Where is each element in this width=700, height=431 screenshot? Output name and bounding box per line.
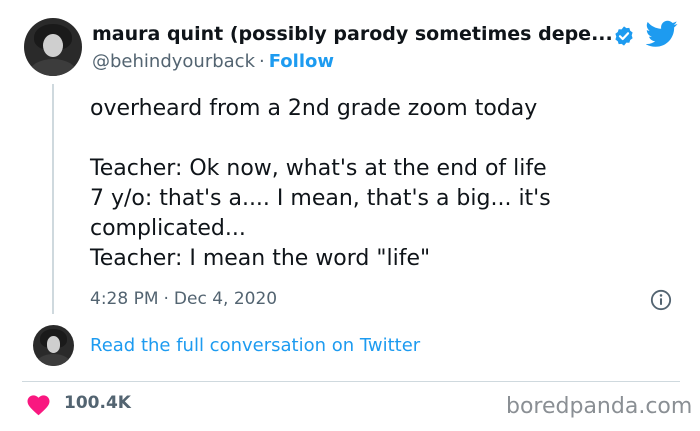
tweet-text-line: complicated... — [90, 216, 246, 241]
verified-badge-icon — [615, 26, 633, 46]
handle-separator: · — [259, 51, 265, 72]
avatar-face — [46, 336, 61, 353]
author-handle[interactable]: @behindyourback — [92, 51, 255, 72]
read-conversation-link[interactable]: Read the full conversation on Twitter — [90, 335, 420, 356]
tweet-text-line: Teacher: Ok now, what's at the end of li… — [90, 156, 547, 181]
info-icon[interactable] — [650, 289, 672, 311]
author-avatar-small[interactable] — [33, 325, 74, 366]
thread-connector-line — [52, 84, 54, 314]
tweet-time: 4:28 PM — [90, 289, 159, 309]
tweet-text: overheard from a 2nd grade zoom today Te… — [90, 94, 680, 274]
divider — [22, 381, 680, 382]
avatar-face — [43, 34, 63, 58]
avatar-body — [28, 58, 78, 76]
timestamp-separator: · — [163, 289, 169, 309]
author-handle-row: @behindyourback · Follow — [92, 51, 334, 72]
tweet-text-line: 7 y/o: that's a.... I mean, that's a big… — [90, 186, 551, 211]
twitter-bird-icon[interactable] — [646, 20, 678, 48]
watermark: boredpanda.com — [506, 394, 693, 419]
heart-icon[interactable] — [26, 394, 51, 416]
like-count: 100.4K — [64, 393, 131, 413]
avatar-body — [36, 353, 71, 366]
tweet-timestamp[interactable]: 4:28 PM · Dec 4, 2020 — [90, 289, 277, 309]
author-display-name[interactable]: maura quint (possibly parody sometimes d… — [92, 23, 613, 45]
tweet-text-line: Teacher: I mean the word "life" — [90, 246, 431, 271]
follow-button[interactable]: Follow — [269, 51, 334, 72]
author-avatar[interactable] — [24, 18, 82, 76]
tweet-date: Dec 4, 2020 — [173, 289, 278, 309]
tweet-text-line: overheard from a 2nd grade zoom today — [90, 96, 538, 121]
